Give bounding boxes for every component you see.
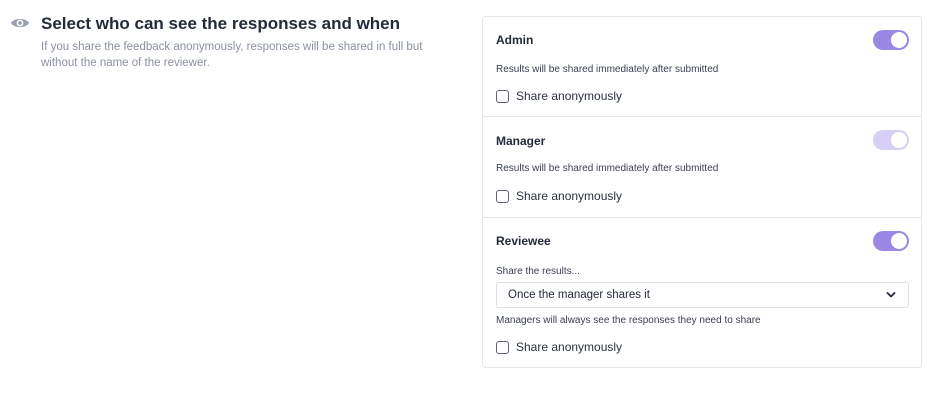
checkbox-label: Share anonymously	[516, 340, 623, 354]
section-title: Select who can see the responses and whe…	[41, 14, 401, 33]
select-value: Once the manager shares it	[508, 289, 650, 301]
reviewee-share-note: Managers will always see the responses t…	[496, 315, 761, 326]
share-results-select[interactable]: Once the manager shares it	[496, 282, 909, 308]
role-section-reviewee: Reviewee Share the results... Once the m…	[483, 17, 921, 367]
toggle-knob	[891, 233, 907, 249]
visibility-settings-card: Admin Results will be shared immediately…	[482, 16, 922, 368]
eye-icon	[11, 18, 29, 28]
checkbox[interactable]	[496, 340, 509, 354]
section-description: If you share the feedback anonymously, r…	[41, 41, 423, 69]
chevron-down-icon	[886, 292, 896, 298]
share-results-label: Share the results...	[496, 266, 580, 277]
role-title-reviewee: Reviewee	[496, 234, 551, 248]
toggle-reviewee[interactable]	[873, 231, 909, 251]
reviewee-share-anonymously[interactable]: Share anonymously	[496, 340, 622, 354]
